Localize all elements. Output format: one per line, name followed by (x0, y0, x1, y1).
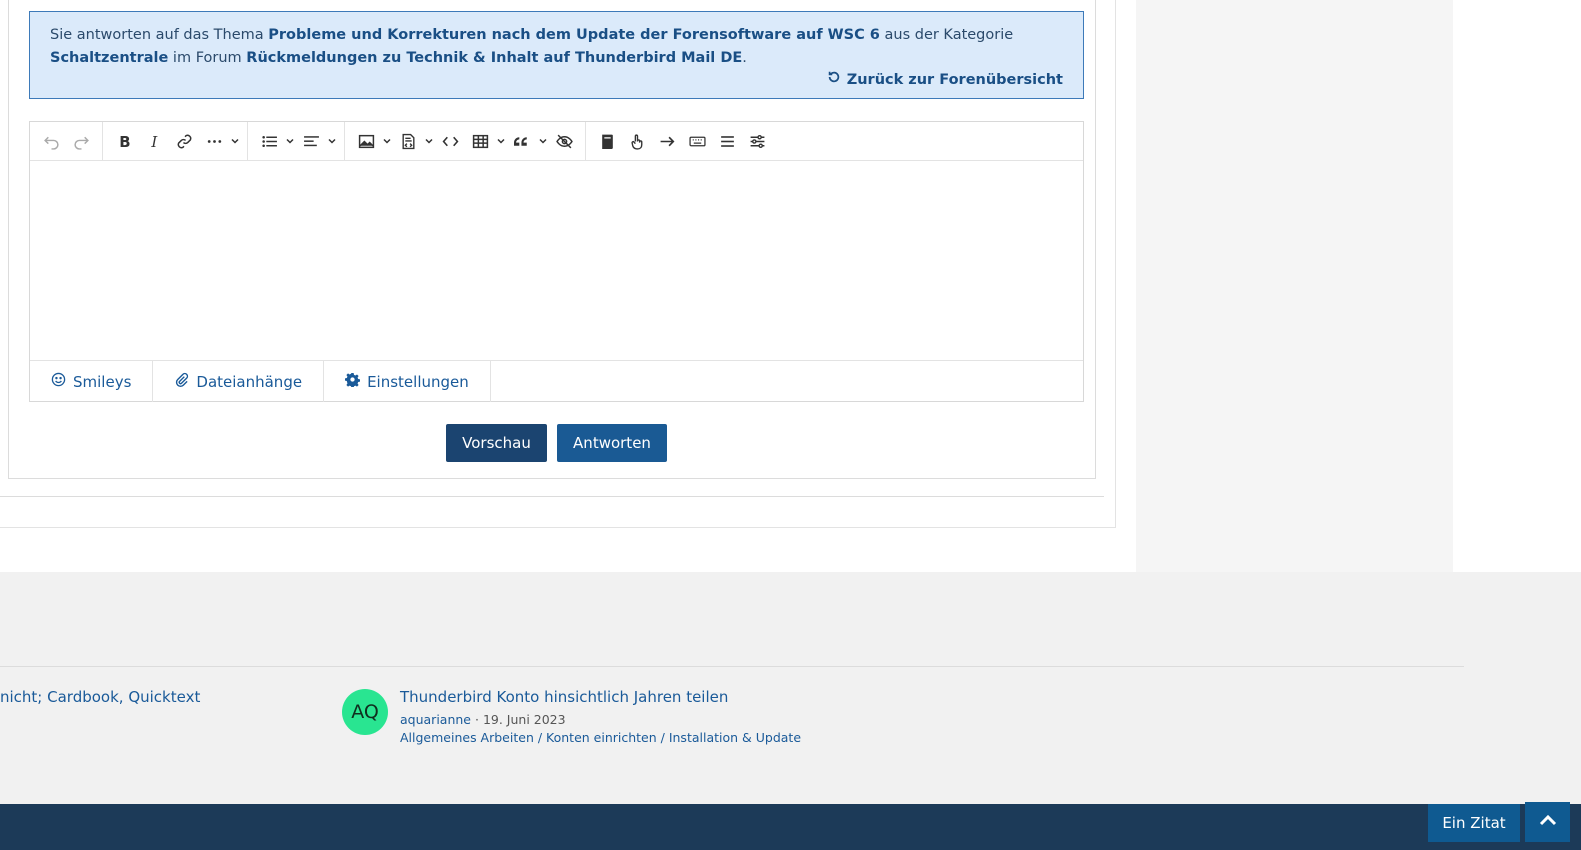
chevron-down-icon[interactable] (284, 126, 296, 156)
link-icon[interactable] (169, 126, 199, 156)
similar-thread-title-partial[interactable]: nicht; Cardbook, Quicktext (0, 688, 200, 706)
reply-button[interactable]: Antworten (557, 424, 667, 462)
info-prefix: Sie antworten auf das Thema (50, 27, 269, 43)
quote-button[interactable]: Ein Zitat (1428, 804, 1520, 842)
keyboard-icon[interactable] (682, 126, 712, 156)
thread-date: 19. Juni 2023 (482, 712, 566, 727)
menu-icon[interactable] (712, 126, 742, 156)
footer-bar (0, 804, 1581, 850)
italic-icon[interactable]: I (139, 126, 169, 156)
back-icon (827, 69, 841, 92)
list-icon[interactable] (254, 126, 284, 156)
editor-toolbar: B I (30, 121, 1083, 161)
tab-settings[interactable]: Einstellungen (324, 361, 491, 402)
settings-sliders-icon[interactable] (742, 126, 772, 156)
tab-settings-label: Einstellungen (367, 372, 469, 391)
toolbar-group-format: B I (103, 121, 248, 161)
bold-icon[interactable]: B (109, 126, 139, 156)
toolbar-group-extras (586, 122, 778, 161)
editor-text-area[interactable] (30, 161, 1083, 360)
tab-attachments-label: Dateianhänge (196, 372, 303, 391)
svg-text:B: B (119, 133, 130, 150)
info-suffix: . (742, 50, 747, 66)
author-link[interactable]: aquarianne (400, 712, 471, 727)
editor-tab-bar: Smileys Dateianhänge Einstellungen (30, 360, 1083, 402)
back-to-forum-link[interactable]: Zurück zur Forenübersicht (827, 69, 1063, 92)
forum-link[interactable]: Rückmeldungen zu Technik & Inhalt auf Th… (246, 50, 742, 66)
avatar[interactable]: AQ (342, 689, 388, 735)
thread-title-link[interactable]: Probleme und Korrekturen nach dem Update… (268, 27, 880, 43)
smiley-icon (51, 372, 66, 391)
svg-text:I: I (150, 133, 158, 150)
more-icon[interactable] (199, 126, 229, 156)
book-icon[interactable] (592, 126, 622, 156)
chevron-up-icon (1537, 809, 1559, 835)
paperclip-icon (174, 372, 189, 391)
quote-icon[interactable] (507, 126, 537, 156)
reply-info-box: Sie antworten auf das Thema Probleme und… (29, 11, 1084, 99)
meta-separator: · (474, 712, 479, 727)
align-icon[interactable] (296, 126, 326, 156)
similar-thread-title[interactable]: Thunderbird Konto hinsichtlich Jahren te… (400, 688, 728, 706)
toolbar-group-lists (248, 121, 345, 161)
code-icon[interactable] (435, 126, 465, 156)
info-forum-prefix: im Forum (168, 50, 247, 66)
page-margin (1453, 0, 1581, 572)
info-middle: aus der Kategorie (879, 27, 1014, 43)
toolbar-group-insert (345, 121, 586, 161)
divider (0, 666, 1464, 667)
main-content: Sie antworten auf das Thema Probleme und… (0, 0, 1116, 528)
tab-attachments[interactable]: Dateianhänge (153, 361, 325, 402)
table-icon[interactable] (465, 126, 495, 156)
media-icon[interactable] (393, 126, 423, 156)
preview-button[interactable]: Vorschau (446, 424, 547, 462)
spoiler-icon[interactable] (549, 126, 579, 156)
image-icon[interactable] (351, 126, 381, 156)
undo-icon[interactable] (36, 126, 66, 156)
chevron-down-icon[interactable] (381, 126, 393, 156)
scroll-to-top-button[interactable] (1525, 802, 1570, 842)
category-link[interactable]: Schaltzentrale (50, 50, 168, 66)
toolbar-group-history (30, 121, 103, 161)
arrow-right-icon[interactable] (652, 126, 682, 156)
chevron-down-icon[interactable] (326, 126, 338, 156)
redo-icon[interactable] (66, 126, 96, 156)
sidebar (1136, 0, 1453, 572)
gear-icon (344, 372, 361, 391)
divider (0, 496, 1104, 497)
similar-threads-section: nicht; Cardbook, Quicktext AQ Thunderbir… (0, 572, 1581, 804)
back-label: Zurück zur Forenübersicht (846, 72, 1063, 88)
tab-smileys[interactable]: Smileys (30, 361, 154, 402)
similar-thread-meta: aquarianne · 19. Juni 2023 (400, 712, 566, 727)
chevron-down-icon[interactable] (423, 126, 435, 156)
chevron-down-icon[interactable] (495, 126, 507, 156)
tab-smileys-label: Smileys (73, 372, 132, 391)
pointer-icon[interactable] (622, 126, 652, 156)
chevron-down-icon[interactable] (229, 126, 241, 156)
chevron-down-icon[interactable] (537, 126, 549, 156)
similar-thread-categories[interactable]: Allgemeines Arbeiten / Konten einrichten… (400, 730, 801, 745)
message-editor: B I Smileys Dateianhänge Einstellungen (29, 121, 1084, 402)
